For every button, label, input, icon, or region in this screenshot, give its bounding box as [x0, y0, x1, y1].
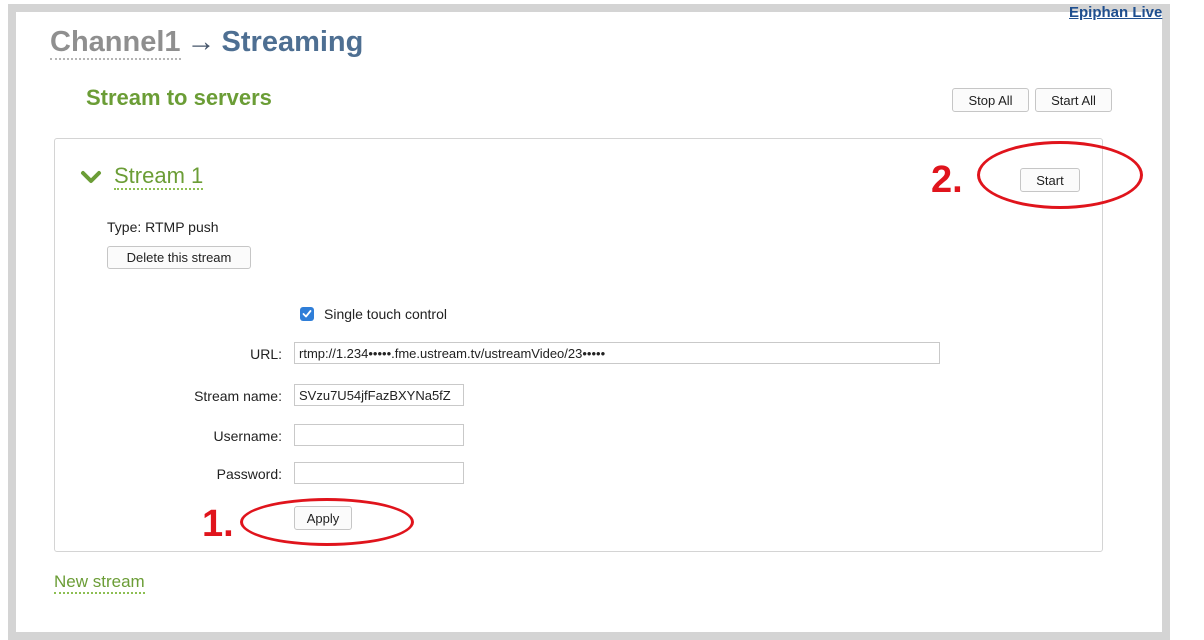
- url-label: URL:: [250, 346, 282, 362]
- start-stream-button[interactable]: Start: [1020, 168, 1080, 192]
- chevron-down-icon[interactable]: [80, 169, 102, 185]
- url-input[interactable]: [294, 342, 940, 364]
- password-input[interactable]: [294, 462, 464, 484]
- epiphan-live-link[interactable]: Epiphan Live: [1069, 4, 1162, 21]
- apply-button[interactable]: Apply: [294, 506, 352, 530]
- breadcrumb-current: Streaming: [221, 26, 364, 58]
- checkmark-icon: [302, 310, 312, 318]
- breadcrumb-arrow: →: [186, 26, 216, 58]
- username-input[interactable]: [294, 424, 464, 446]
- stream-type-text: Type: RTMP push: [107, 219, 219, 235]
- section-title: Stream to servers: [86, 85, 272, 110]
- stream-header[interactable]: Stream 1: [80, 164, 204, 190]
- step-1-marker: 1.: [202, 503, 234, 545]
- page-title: Channel1 → Streaming: [50, 26, 364, 60]
- start-all-button[interactable]: Start All: [1035, 88, 1112, 112]
- username-label: Username:: [213, 428, 282, 444]
- breadcrumb-channel-link[interactable]: Channel1: [50, 26, 181, 60]
- delete-stream-button[interactable]: Delete this stream: [107, 246, 251, 269]
- single-touch-label: Single touch control: [324, 306, 447, 322]
- stream-name-label: Stream name:: [194, 388, 282, 404]
- stream-title-link[interactable]: Stream 1: [114, 164, 204, 190]
- stream-name-input[interactable]: [294, 384, 464, 406]
- password-label: Password:: [216, 466, 282, 482]
- new-stream-link[interactable]: New stream: [54, 572, 145, 594]
- single-touch-control[interactable]: Single touch control: [300, 306, 447, 322]
- stop-all-button[interactable]: Stop All: [952, 88, 1029, 112]
- step-2-marker: 2.: [931, 159, 963, 201]
- single-touch-checkbox[interactable]: [300, 307, 314, 321]
